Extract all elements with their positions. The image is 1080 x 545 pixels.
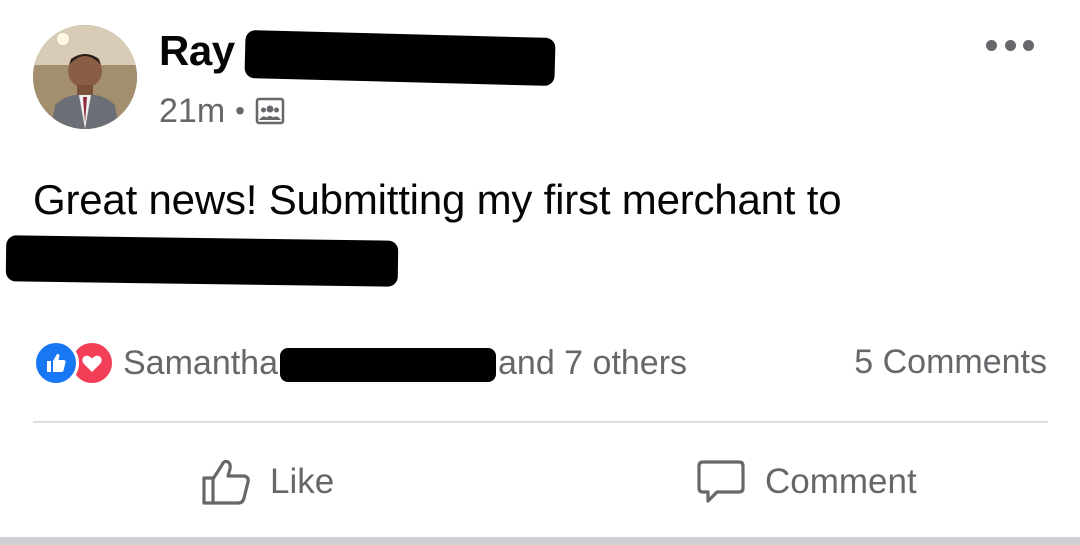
actions-divider: [33, 421, 1048, 423]
like-reaction-icon: [33, 340, 79, 386]
author-surname-redaction: [244, 29, 556, 87]
comments-count[interactable]: 5 Comments: [854, 343, 1047, 382]
post-text: Great news! Submitting my first merchant…: [33, 176, 842, 223]
meta-separator: •: [235, 95, 245, 126]
reactions-summary[interactable]: Samantha and 7 others: [33, 340, 687, 386]
reactor-name-redaction: [280, 347, 496, 382]
post-meta: 21m •: [159, 88, 285, 134]
reactors-text: Samantha and 7 others: [123, 344, 687, 383]
comment-label: Comment: [765, 462, 917, 501]
group-audience-icon: [255, 97, 285, 125]
author-name[interactable]: Ray: [159, 27, 235, 75]
comment-button[interactable]: Comment: [695, 448, 917, 516]
feed-post: Ray 21m • Great news! Submitting my firs…: [0, 0, 1080, 537]
like-button[interactable]: Like: [200, 448, 334, 516]
comment-bubble-icon: [697, 460, 745, 503]
more-dot: [986, 39, 997, 51]
more-dot: [1023, 39, 1034, 51]
post-text-redaction: [5, 235, 399, 287]
reactor-name: Samantha: [123, 343, 278, 382]
avatar-photo: [33, 25, 137, 129]
reactor-others: and 7 others: [498, 343, 688, 382]
like-label: Like: [270, 462, 335, 501]
thumbs-up-icon: [202, 459, 250, 505]
more-dot: [1004, 39, 1016, 51]
author-avatar[interactable]: [33, 25, 137, 129]
post-bottom-separator: [0, 537, 1080, 545]
post-timestamp[interactable]: 21m: [159, 92, 225, 131]
more-options-icon[interactable]: [986, 36, 1034, 54]
